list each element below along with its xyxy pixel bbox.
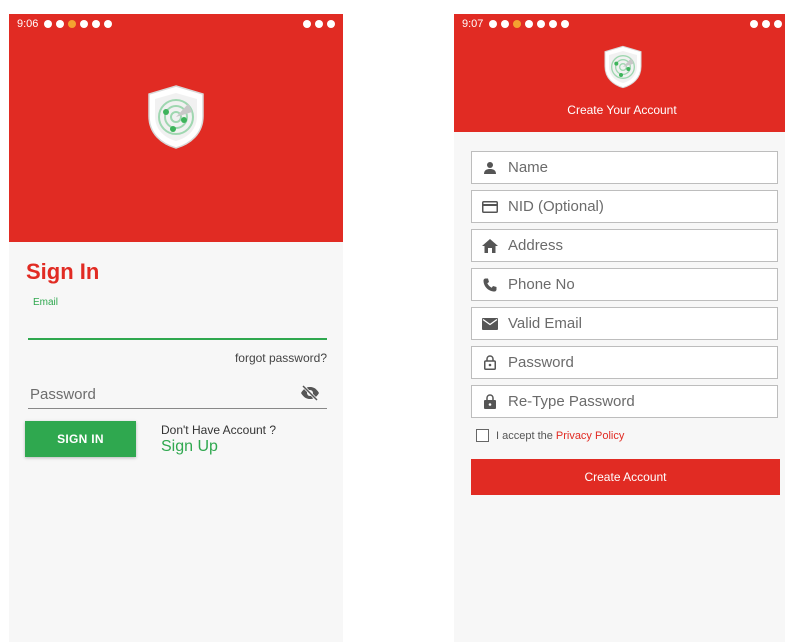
email-field-container[interactable] [471, 307, 778, 340]
mail-icon [482, 316, 498, 332]
signup-screen: 9:07 Create Your Account Name NID (Optio… [454, 14, 785, 642]
status-bar: 9:07 [454, 14, 785, 34]
notification-icons [489, 20, 570, 28]
id-card-icon [482, 199, 498, 215]
forgot-password-link[interactable]: forgot password? [235, 351, 327, 365]
status-bar: 9:06 [9, 14, 343, 34]
privacy-policy-link[interactable]: Privacy Policy [556, 430, 624, 442]
password-field-container[interactable] [471, 346, 778, 379]
home-icon [482, 238, 498, 254]
page-title: Sign In [26, 259, 100, 284]
phone-field-container[interactable] [471, 268, 778, 301]
notification-icons [44, 20, 113, 28]
system-status-icons [750, 20, 782, 28]
privacy-checkbox[interactable] [476, 429, 489, 442]
retype-password-field-container[interactable] [471, 385, 778, 418]
no-account-text: Don't Have Account ? [161, 423, 277, 437]
shield-radar-logo-icon [146, 84, 206, 150]
email-input[interactable] [508, 315, 777, 332]
system-status-icons [303, 20, 335, 28]
signin-button[interactable]: SIGN IN [25, 421, 136, 457]
signup-link[interactable]: Sign Up [161, 438, 218, 456]
email-field[interactable] [28, 310, 327, 340]
phone-input[interactable] [508, 276, 777, 293]
email-label: Email [33, 297, 59, 308]
password-field[interactable] [28, 380, 327, 409]
name-input[interactable] [508, 159, 777, 176]
eye-off-icon[interactable] [300, 384, 320, 406]
address-input[interactable] [508, 237, 777, 254]
status-time: 9:06 [17, 18, 39, 30]
create-account-button[interactable]: Create Account [471, 459, 780, 495]
lock-icon [482, 394, 498, 410]
nid-input[interactable] [508, 198, 777, 215]
accept-text: I accept the [496, 429, 553, 442]
shield-radar-logo-icon [603, 45, 643, 89]
retype-password-input[interactable] [508, 393, 777, 410]
address-field-container[interactable] [471, 229, 778, 262]
nid-field-container[interactable] [471, 190, 778, 223]
name-field-container[interactable] [471, 151, 778, 184]
password-input[interactable] [508, 354, 777, 371]
privacy-row: I accept the Privacy Policy [476, 429, 624, 442]
status-time: 9:07 [462, 18, 484, 30]
signin-screen: 9:06 Sign In Email forgot password? SIGN… [9, 14, 343, 642]
person-icon [482, 160, 498, 176]
header-title: Create Your Account [567, 103, 677, 117]
lock-open-icon [482, 355, 498, 371]
phone-icon [482, 277, 498, 293]
